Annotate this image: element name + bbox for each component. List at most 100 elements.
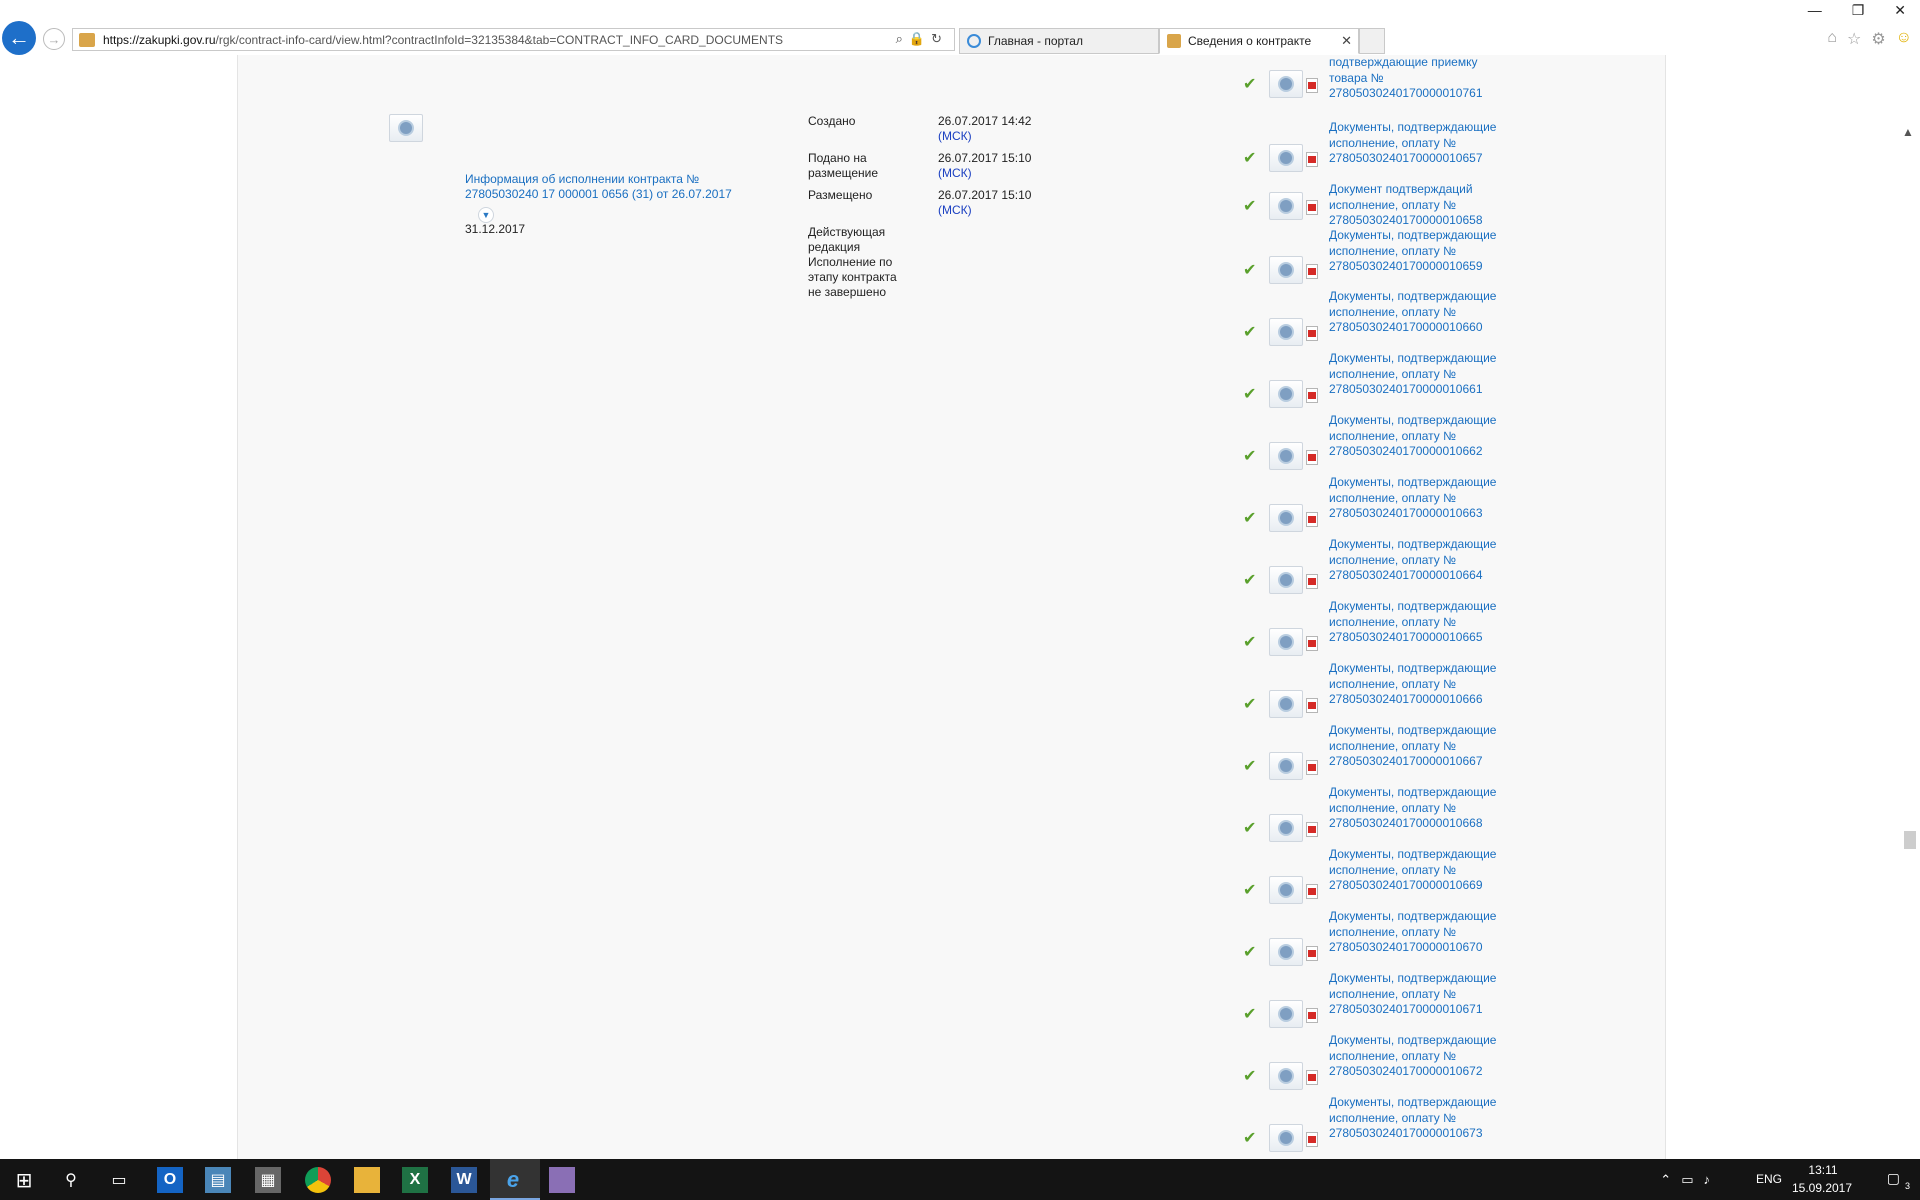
document-link[interactable]: Документы, подтверждающие исполнение, оп… (1329, 228, 1499, 275)
signature-button[interactable] (1269, 566, 1303, 594)
home-icon[interactable]: ⌂ (1827, 29, 1837, 49)
favorites-star-icon[interactable]: ☆ (1847, 29, 1861, 49)
signature-button[interactable] (1269, 380, 1303, 408)
minimize-icon[interactable]: — (1808, 2, 1822, 19)
pdf-file-icon[interactable] (1306, 1070, 1318, 1085)
document-link[interactable]: Документы, подтверждающие исполнение, оп… (1329, 351, 1499, 398)
volume-icon[interactable]: ♪ (1704, 1172, 1721, 1187)
signature-button[interactable] (1269, 752, 1303, 780)
document-link[interactable]: Документы, подтверждающие исполнение, оп… (1329, 785, 1499, 832)
windows-start-icon[interactable]: ⊞ (11, 1167, 37, 1193)
scrollbar-thumb[interactable] (1904, 831, 1916, 849)
pdf-file-icon[interactable] (1306, 1008, 1318, 1023)
chrome-icon[interactable] (305, 1167, 331, 1193)
calculator-icon[interactable]: ▦ (255, 1167, 281, 1193)
document-link[interactable]: Документы, подтверждающие исполнение, оп… (1329, 413, 1499, 460)
signature-button[interactable] (1269, 690, 1303, 718)
signature-button[interactable] (1269, 192, 1303, 220)
signature-button[interactable] (1269, 814, 1303, 842)
smiley-feedback-icon[interactable]: ☺ (1896, 29, 1912, 49)
language-indicator[interactable]: ENG (1756, 1172, 1782, 1186)
document-link[interactable]: Документы, подтверждающие исполнение, оп… (1329, 289, 1499, 336)
pdf-file-icon[interactable] (1306, 946, 1318, 961)
scroll-up-icon[interactable]: ▲ (1902, 125, 1914, 139)
document-link[interactable]: Документы, подтверждающие исполнение, оп… (1329, 475, 1499, 522)
signature-button[interactable] (1269, 1000, 1303, 1028)
document-link[interactable]: Документы, подтверждающие исполнение, оп… (1329, 1033, 1499, 1080)
signature-button[interactable] (1269, 318, 1303, 346)
signature-button[interactable] (1269, 504, 1303, 532)
refresh-icon[interactable]: ↻ (931, 31, 948, 46)
clock-time[interactable]: 13:11 (1788, 1163, 1858, 1177)
pdf-file-icon[interactable] (1306, 822, 1318, 837)
close-icon[interactable]: ✕ (1341, 33, 1352, 49)
seal-icon (1280, 760, 1292, 772)
chevron-up-icon[interactable]: ⌃ (1660, 1172, 1681, 1187)
signature-button[interactable] (1269, 442, 1303, 470)
tab-main-portal[interactable]: Главная - портал (959, 28, 1159, 54)
document-link[interactable]: Документы, подтверждающие исполнение, оп… (1329, 537, 1499, 584)
document-link[interactable]: Документы, подтверждающие исполнение, оп… (1329, 909, 1499, 956)
forward-button[interactable]: → (43, 28, 65, 50)
pdf-file-icon[interactable] (1306, 1132, 1318, 1147)
window-controls: — ❐ ✕ (1808, 2, 1906, 19)
pdf-file-icon[interactable] (1306, 264, 1318, 279)
tab-contract-info[interactable]: Сведения о контракте ✕ (1159, 28, 1359, 54)
signature-button[interactable] (1269, 1124, 1303, 1152)
gear-icon[interactable]: ⚙ (1871, 29, 1885, 49)
signature-button[interactable] (1269, 256, 1303, 284)
pdf-file-icon[interactable] (1306, 884, 1318, 899)
address-bar[interactable]: https://zakupki.gov.ru/rgk/contract-info… (72, 28, 955, 51)
document-link[interactable]: Документы, подтверждающие исполнение, оп… (1329, 971, 1499, 1018)
tray-icons[interactable]: ⌃▭♪ (1660, 1172, 1720, 1188)
pdf-file-icon[interactable] (1306, 200, 1318, 215)
signature-button[interactable] (1269, 70, 1303, 98)
signature-button[interactable] (1269, 144, 1303, 172)
task-view-icon[interactable]: ▭ (106, 1167, 132, 1193)
paint-icon[interactable] (549, 1167, 575, 1193)
document-link[interactable]: Документы, подтверждающие исполнение, оп… (1329, 661, 1499, 708)
word-icon[interactable]: W (451, 1167, 477, 1193)
document-link[interactable]: Документ подтверждаций исполнение, оплат… (1329, 182, 1499, 229)
document-link[interactable]: Документы, подтверждающие исполнение, оп… (1329, 847, 1499, 894)
document-link[interactable]: Документы, подтверждающие исполнение, оп… (1329, 1095, 1499, 1142)
notification-icon[interactable]: ▢ (1887, 1170, 1900, 1187)
seal-icon (1280, 326, 1292, 338)
signature-button[interactable] (1269, 1062, 1303, 1090)
search-icon[interactable]: ⌕ (896, 31, 909, 46)
pdf-file-icon[interactable] (1306, 326, 1318, 341)
pdf-file-icon[interactable] (1306, 388, 1318, 403)
outlook-icon[interactable]: O (157, 1167, 183, 1193)
pdf-file-icon[interactable] (1306, 574, 1318, 589)
search-icon[interactable]: ⚲ (58, 1167, 84, 1193)
pdf-file-icon[interactable] (1306, 450, 1318, 465)
new-tab-button[interactable] (1359, 28, 1385, 54)
close-window-icon[interactable]: ✕ (1894, 2, 1906, 19)
pdf-file-icon[interactable] (1306, 78, 1318, 93)
document-link[interactable]: Документы, подтверждающие исполнение, оп… (1329, 599, 1499, 646)
document-link[interactable]: подтверждающие приемку товара № 27805030… (1329, 55, 1499, 102)
signature-button[interactable] (389, 114, 423, 142)
notes-app-icon[interactable]: ▤ (205, 1167, 231, 1193)
signature-button[interactable] (1269, 628, 1303, 656)
network-icon[interactable]: ▭ (1681, 1172, 1703, 1187)
pdf-file-icon[interactable] (1306, 512, 1318, 527)
excel-icon[interactable]: X (402, 1167, 428, 1193)
lock-icon[interactable]: 🔒 (909, 31, 931, 46)
file-explorer-icon[interactable] (354, 1167, 380, 1193)
back-button[interactable]: ← (2, 21, 36, 55)
restore-icon[interactable]: ❐ (1852, 2, 1865, 19)
document-link[interactable]: Документы, подтверждающие исполнение, оп… (1329, 120, 1499, 167)
signature-button[interactable] (1269, 876, 1303, 904)
pdf-file-icon[interactable] (1306, 698, 1318, 713)
document-link[interactable]: Документы, подтверждающие исполнение, оп… (1329, 723, 1499, 770)
address-actions[interactable]: ⌕🔒↻ (896, 31, 948, 47)
clock-date[interactable]: 15.09.2017 (1782, 1181, 1862, 1195)
pdf-file-icon[interactable] (1306, 760, 1318, 775)
execution-info-link[interactable]: Информация об исполнении контракта № 278… (465, 172, 765, 202)
internet-explorer-icon[interactable]: e (500, 1167, 526, 1193)
pdf-file-icon[interactable] (1306, 636, 1318, 651)
pdf-file-icon[interactable] (1306, 152, 1318, 167)
chevron-down-icon[interactable]: ▼ (478, 207, 494, 223)
signature-button[interactable] (1269, 938, 1303, 966)
